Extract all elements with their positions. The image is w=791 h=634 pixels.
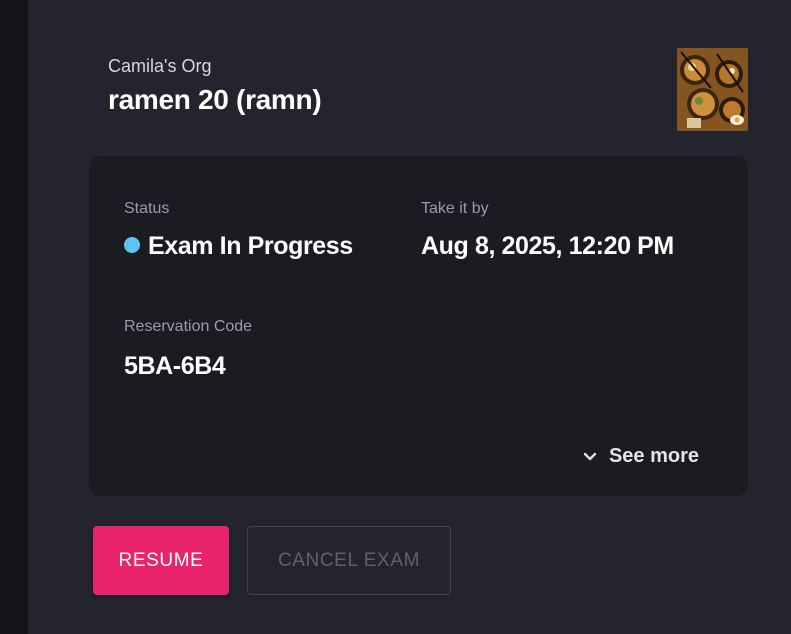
reservation-code-value: 5BA-6B4 [124,352,226,380]
status-value: Exam In Progress [124,232,353,261]
cancel-exam-button[interactable]: CANCEL EXAM [247,526,451,595]
exam-title: ramen 20 (ramn) [108,84,322,115]
deadline-label: Take it by [421,200,489,217]
resume-button[interactable]: RESUME [93,526,229,595]
reservation-code-label: Reservation Code [124,318,253,335]
left-sidebar-edge [0,0,28,634]
see-more-label: See more [608,445,699,467]
exam-details-card: Status Exam In Progress Take it by Aug 8… [89,156,748,496]
exam-thumbnail [677,48,748,131]
deadline-value: Aug 8, 2025, 12:20 PM [421,232,674,260]
org-name: Camila's Org [108,56,212,76]
chevron-down-icon [583,452,597,460]
status-text: Exam In Progress [148,232,353,260]
see-more-button[interactable]: See more [583,445,699,468]
status-indicator-icon [124,237,140,254]
status-label: Status [124,200,170,217]
